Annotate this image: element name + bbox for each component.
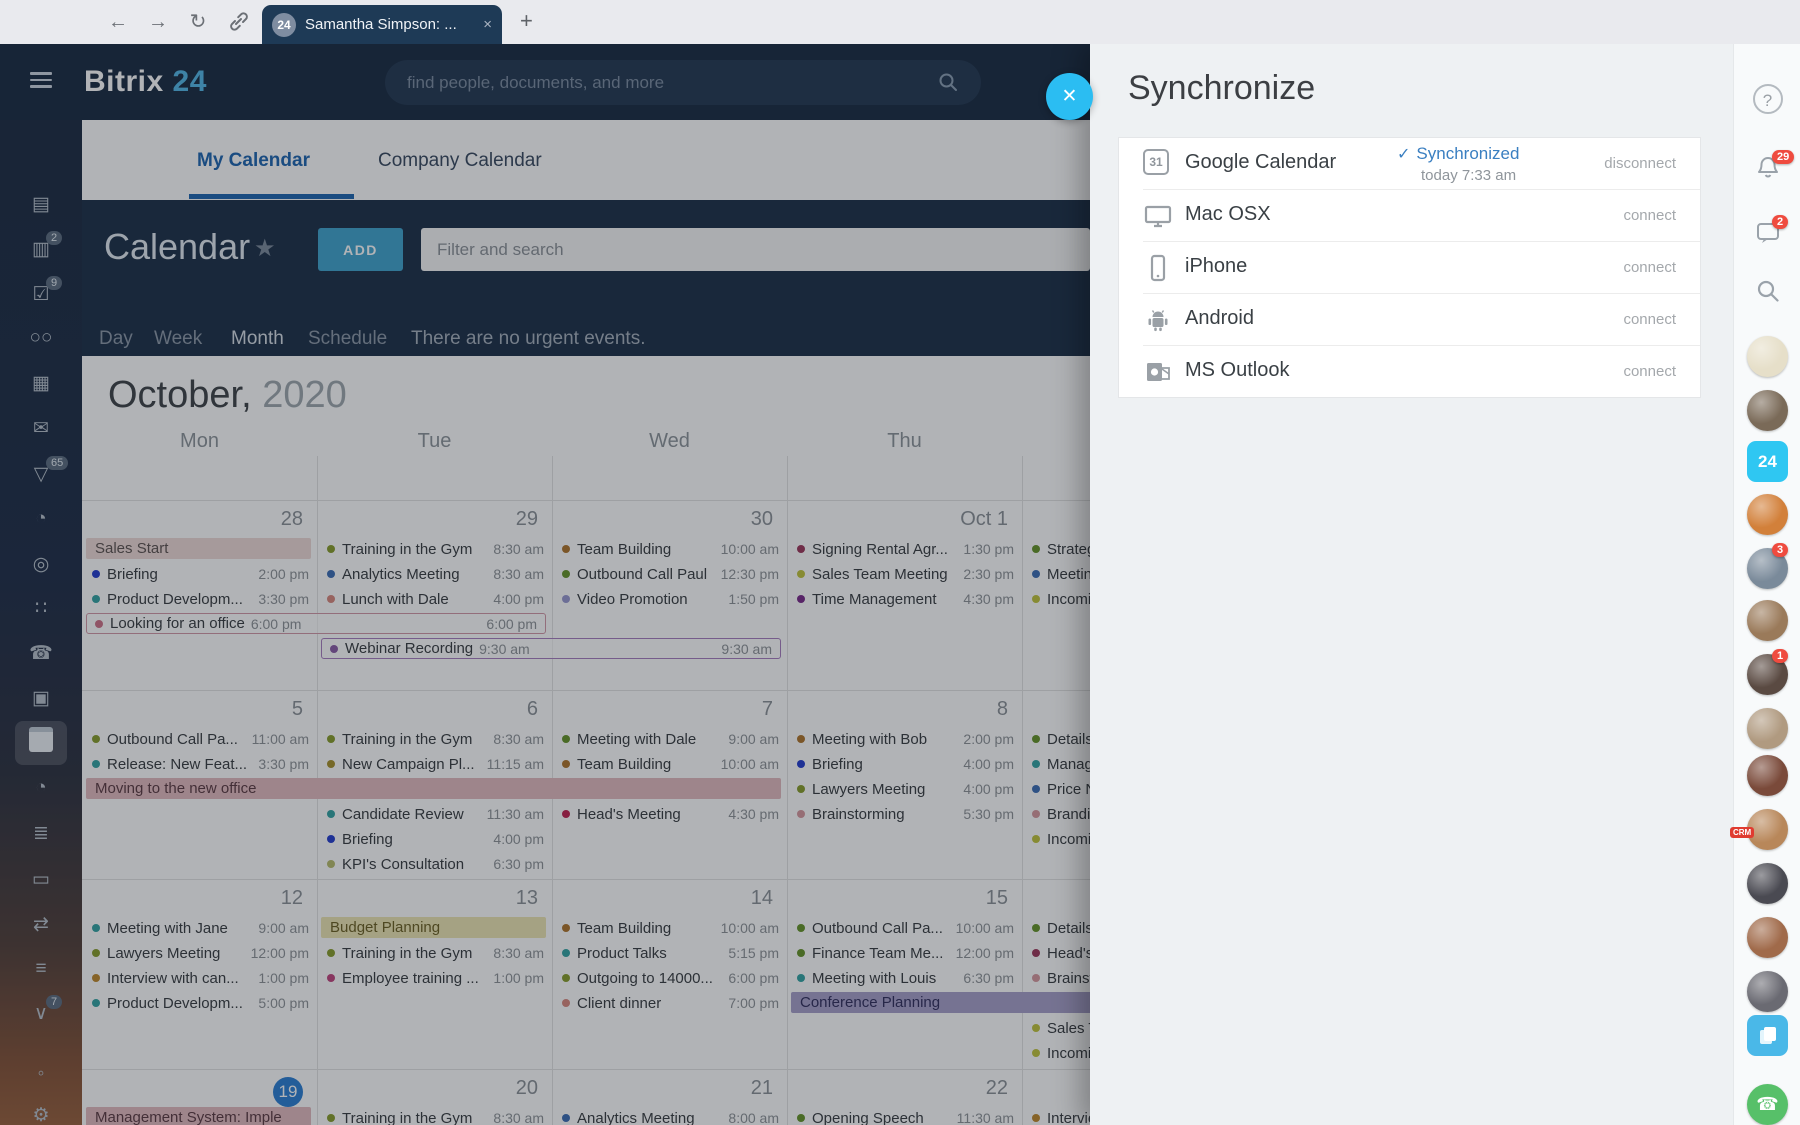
device-label: Google Calendar	[1185, 151, 1336, 174]
notification-badge: 1	[1772, 649, 1788, 663]
browser-tab[interactable]: 24 Samantha Simpson: ... ×	[262, 5, 502, 44]
avatar[interactable]: 1	[1734, 654, 1800, 695]
avatar[interactable]	[1734, 708, 1800, 749]
forward-icon[interactable]: →	[144, 8, 172, 36]
disconnect-link[interactable]: disconnect	[1604, 155, 1676, 172]
messenger-icon[interactable]: 2	[1734, 220, 1800, 246]
device-label: MS Outlook	[1185, 359, 1289, 382]
status-text: Synchronized	[1416, 144, 1519, 163]
check-icon: ✓	[1397, 146, 1410, 163]
device-label: Mac OSX	[1185, 203, 1271, 226]
notifications-bell-icon[interactable]: 29	[1734, 155, 1800, 181]
outlook-icon	[1143, 357, 1173, 387]
browser-bar: ← → ↻ 24 Samantha Simpson: ... × +	[0, 0, 1800, 44]
avatar[interactable]	[1734, 755, 1800, 796]
sync-status: ✓ Synchronized today 7:33 am	[1397, 144, 1519, 184]
screen: { "browser": { "tab_title": "Samantha Si…	[0, 0, 1800, 1125]
help-icon[interactable]: ?	[1734, 84, 1800, 114]
notification-badge: 29	[1772, 150, 1794, 164]
right-sidebar: ? 29 2 24 3 1 CRM ☎	[1733, 44, 1800, 1125]
google-calendar-icon: 31	[1143, 149, 1173, 179]
iphone-icon	[1143, 253, 1173, 283]
connect-link[interactable]: connect	[1623, 363, 1676, 380]
call-icon[interactable]: ☎	[1734, 1084, 1800, 1125]
panel-close-button[interactable]: ✕	[1046, 73, 1093, 120]
avatar[interactable]	[1734, 917, 1800, 958]
status-timestamp: today 7:33 am	[1421, 167, 1519, 184]
avatar[interactable]: CRM	[1734, 809, 1800, 850]
app: Bitrix 24 My Calendar Company Calendar C…	[0, 44, 1800, 1125]
avatar[interactable]	[1734, 390, 1800, 431]
notification-badge: 3	[1772, 543, 1788, 557]
sync-device-row[interactable]: Mac OSX connect	[1143, 189, 1700, 241]
sync-device-row[interactable]: 31 Google Calendar disconnect ✓ Synchronized…	[1119, 138, 1700, 189]
mac-icon	[1143, 201, 1173, 231]
sync-device-row[interactable]: MS Outlook connect	[1143, 345, 1700, 397]
avatar[interactable]	[1734, 863, 1800, 904]
connect-link[interactable]: connect	[1623, 207, 1676, 224]
sync-device-row[interactable]: Android connect	[1143, 293, 1700, 345]
link-icon[interactable]	[224, 8, 252, 36]
crm-tag: CRM	[1730, 827, 1754, 838]
pages-icon[interactable]	[1734, 1015, 1800, 1056]
bitrix24-logo[interactable]: 24	[1734, 441, 1800, 482]
avatar[interactable]: 3	[1734, 548, 1800, 589]
sync-devices-card: 31 Google Calendar disconnect ✓ Synchronized…	[1118, 137, 1701, 398]
avatar[interactable]	[1734, 336, 1800, 377]
panel-title: Synchronize	[1128, 69, 1315, 108]
tab-title: Samantha Simpson: ...	[305, 16, 477, 33]
sync-device-row[interactable]: iPhone connect	[1143, 241, 1700, 293]
dim-overlay	[0, 44, 1090, 1125]
device-label: Android	[1185, 307, 1254, 330]
tab-close-icon[interactable]: ×	[483, 16, 492, 33]
connect-link[interactable]: connect	[1623, 259, 1676, 276]
synchronize-panel: Synchronize 31 Google Calendar disconnect ✓…	[1090, 44, 1733, 1125]
back-icon[interactable]: ←	[104, 8, 132, 36]
reload-icon[interactable]: ↻	[184, 8, 212, 36]
search-icon[interactable]	[1734, 278, 1800, 304]
connect-link[interactable]: connect	[1623, 311, 1676, 328]
device-label: iPhone	[1185, 255, 1247, 278]
new-tab-button[interactable]: +	[520, 8, 533, 34]
android-icon	[1143, 305, 1173, 335]
avatar[interactable]	[1734, 600, 1800, 641]
avatar[interactable]	[1734, 971, 1800, 1012]
notification-badge: 2	[1772, 215, 1788, 229]
tab-favicon: 24	[272, 13, 296, 37]
avatar[interactable]	[1734, 494, 1800, 535]
